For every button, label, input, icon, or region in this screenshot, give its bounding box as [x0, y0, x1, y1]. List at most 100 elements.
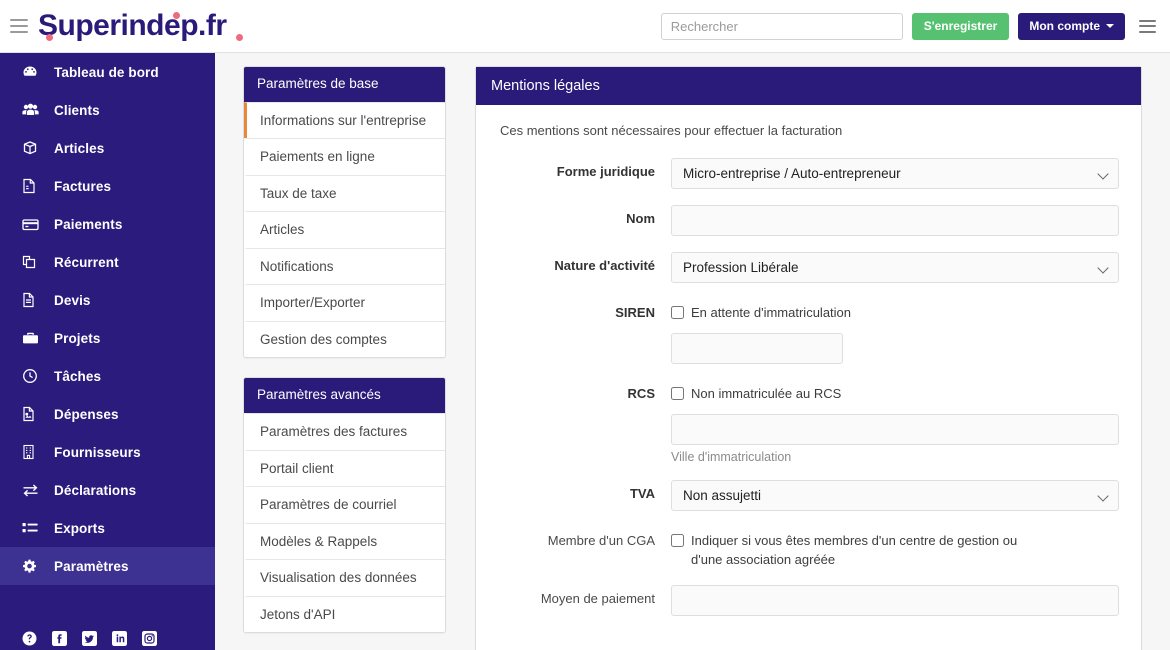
nature-activite-value[interactable]: Profession Libérale: [671, 252, 1119, 283]
settings-menu-item-notifications[interactable]: Notifications: [244, 247, 445, 285]
advanced-settings-title: Paramètres avancés: [244, 378, 445, 414]
briefcase-icon: [22, 331, 44, 345]
facebook-icon[interactable]: [52, 630, 67, 646]
my-account-button[interactable]: Mon compte: [1018, 12, 1125, 40]
siren-pending-checkbox-row[interactable]: En attente d'immatriculation: [671, 299, 1119, 323]
sidebar-item-depenses[interactable]: Dépenses: [0, 395, 215, 433]
siren-input[interactable]: [671, 332, 843, 364]
settings-menu-item-portail-client[interactable]: Portail client: [244, 449, 445, 487]
legal-mentions-card: Mentions légales Ces mentions sont néces…: [475, 66, 1142, 650]
advanced-settings-card: Paramètres avancés Paramètres des factur…: [243, 377, 446, 634]
rcs-not-registered-checkbox-label: Non immatriculée au RCS: [691, 385, 842, 401]
register-button[interactable]: S'enregistrer: [911, 12, 1010, 40]
sidebar-item-label: Tâches: [54, 368, 102, 384]
settings-menu-item-gestion-des-comptes[interactable]: Gestion des comptes: [244, 320, 445, 358]
sidebar-item-parametres[interactable]: Paramètres: [0, 547, 215, 585]
field-row-forme-juridique: Forme juridique Micro-entreprise / Auto-…: [476, 158, 1141, 189]
sidebar-item-exports[interactable]: Exports: [0, 509, 215, 547]
sidebar-item-label: Clients: [54, 102, 100, 118]
sidebar-item-label: Factures: [54, 178, 112, 194]
sidebar-item-devis[interactable]: Devis: [0, 281, 215, 319]
settings-menu-column: Paramètres de base Informations sur l'en…: [215, 53, 465, 650]
sidebar-item-taches[interactable]: Tâches: [0, 357, 215, 395]
forme-juridique-select[interactable]: Micro-entreprise / Auto-entrepreneur: [671, 158, 1119, 189]
instagram-icon[interactable]: [142, 630, 157, 646]
list-icon: [22, 522, 44, 535]
field-row-moyen-de-paiement: Moyen de paiement: [476, 585, 1141, 617]
settings-menu-item-parametres-de-courriel[interactable]: Paramètres de courriel: [244, 486, 445, 523]
basic-settings-title: Paramètres de base: [244, 67, 445, 102]
cga-label: Membre d'un CGA: [547, 532, 655, 548]
settings-menu-item-importer-exporter[interactable]: Importer/Exporter: [244, 284, 445, 321]
sidebar-item-factures[interactable]: Factures: [0, 167, 215, 205]
logo-dot-icon: [236, 34, 243, 41]
settings-menu-item-taux-de-taxe[interactable]: Taux de taxe: [244, 174, 445, 212]
rcs-label: RCS: [627, 385, 655, 401]
sidebar-item-articles[interactable]: Articles: [0, 129, 215, 167]
sidebar-item-projets[interactable]: Projets: [0, 319, 215, 357]
sidebar-item-label: Paiements: [54, 216, 123, 232]
nom-input[interactable]: [671, 205, 1119, 236]
dashboard-icon: [22, 64, 44, 80]
logo-dot-icon: [46, 34, 53, 41]
settings-menu-item-informations-entreprise[interactable]: Informations sur l'entreprise: [244, 101, 445, 139]
sidebar-item-label: Paramètres: [54, 558, 129, 574]
sidebar-item-label: Articles: [54, 140, 105, 156]
sidebar-item-clients[interactable]: Clients: [0, 91, 215, 129]
linkedin-icon[interactable]: [112, 630, 127, 646]
sidebar-item-paiements[interactable]: Paiements: [0, 205, 215, 243]
field-row-nature-activite: Nature d'activité Profession Libérale: [476, 252, 1141, 283]
rcs-value-spacer: [476, 414, 671, 420]
settings-menu-item-parametres-des-factures[interactable]: Paramètres des factures: [244, 413, 445, 450]
twitter-icon[interactable]: [82, 630, 97, 646]
sidebar-item-declarations[interactable]: Déclarations: [0, 471, 215, 509]
page-title: Mentions légales: [476, 67, 1141, 105]
app-logo[interactable]: Superindep.fr: [38, 11, 243, 41]
hamburger-icon[interactable]: [1139, 19, 1156, 33]
nature-activite-select[interactable]: Profession Libérale: [671, 252, 1119, 283]
sidebar-item-tableau-de-bord[interactable]: Tableau de bord: [0, 53, 215, 91]
box-icon: [22, 140, 44, 156]
file-icon: [22, 292, 44, 308]
settings-menu-item-articles[interactable]: Articles: [244, 211, 445, 248]
tva-value[interactable]: Non assujetti: [671, 479, 1119, 511]
sidebar-item-fournisseurs[interactable]: Fournisseurs: [0, 433, 215, 471]
copy-icon: [22, 254, 44, 270]
rcs-not-registered-checkbox-row[interactable]: Non immatriculée au RCS: [671, 380, 1119, 404]
hamburger-icon[interactable]: [10, 19, 28, 33]
sidebar-social-links: [0, 625, 215, 650]
search-input[interactable]: [660, 12, 903, 40]
field-row-tva: TVA Non assujetti: [476, 479, 1141, 511]
settings-menu-item-modeles-rappels[interactable]: Modèles & Rappels: [244, 522, 445, 560]
forme-juridique-value[interactable]: Micro-entreprise / Auto-entrepreneur: [671, 158, 1119, 189]
moyen-de-paiement-input[interactable]: [671, 585, 1119, 617]
rcs-helper-text: Ville d'immatriculation: [671, 449, 792, 464]
settings-menu-item-visualisation-des-donnees[interactable]: Visualisation des données: [244, 559, 445, 596]
nature-activite-label: Nature d'activité: [554, 258, 655, 273]
sidebar-item-label: Projets: [54, 330, 101, 346]
rcs-not-registered-checkbox[interactable]: [671, 386, 684, 400]
field-row-nom: Nom: [476, 205, 1141, 236]
sidebar-item-label: Tableau de bord: [54, 64, 159, 80]
tva-label: TVA: [629, 485, 655, 501]
file-image-icon: [22, 406, 44, 422]
sidebar-item-recurrent[interactable]: Récurrent: [0, 243, 215, 281]
users-icon: [22, 103, 44, 117]
siren-value-spacer: [476, 333, 671, 339]
header-actions: S'enregistrer Mon compte: [660, 12, 1170, 40]
cga-member-checkbox-row[interactable]: Indiquer si vous êtes membres d'un centr…: [671, 527, 1119, 570]
sidebar-item-label: Dépenses: [54, 406, 119, 422]
cga-member-checkbox-label: Indiquer si vous êtes membres d'un centr…: [691, 532, 1018, 567]
sidebar-item-label: Fournisseurs: [54, 444, 141, 460]
help-icon[interactable]: [22, 631, 37, 646]
siren-pending-checkbox[interactable]: [671, 306, 684, 319]
cga-member-checkbox[interactable]: [671, 533, 684, 547]
field-row-siren: SIREN En attente d'immatriculation: [476, 299, 1141, 323]
rcs-city-input[interactable]: [671, 413, 1119, 445]
settings-menu-item-paiements-en-ligne[interactable]: Paiements en ligne: [244, 138, 445, 175]
tva-select[interactable]: Non assujetti: [671, 479, 1119, 511]
exchange-icon: [22, 483, 44, 497]
sidebar-item-label: Déclarations: [54, 482, 137, 498]
settings-menu-item-jetons-api[interactable]: Jetons d'API: [244, 595, 445, 633]
